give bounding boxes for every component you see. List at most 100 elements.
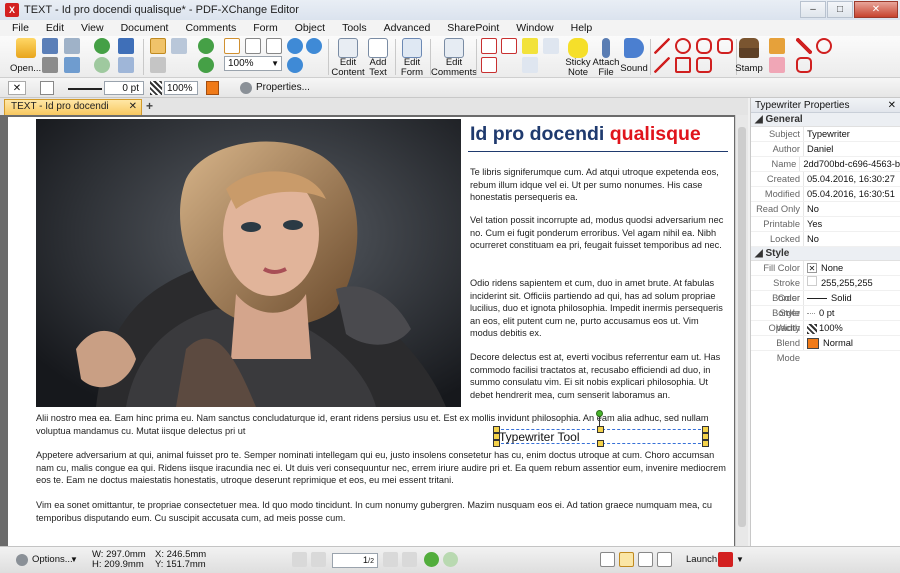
property-row[interactable]: Fill Color ✕ None xyxy=(751,261,900,276)
portrait-photo[interactable] xyxy=(36,119,461,407)
first-page-icon[interactable] xyxy=(292,552,307,567)
rotate-cw-icon[interactable] xyxy=(198,57,214,73)
select-text-icon[interactable] xyxy=(171,38,187,54)
undo-icon[interactable] xyxy=(118,38,134,54)
property-row[interactable]: Border Style Solid xyxy=(751,291,900,318)
zoom-level-select[interactable]: 100% ▼ xyxy=(224,56,282,71)
resize-handle[interactable] xyxy=(493,433,500,440)
menu-file[interactable]: File xyxy=(12,22,29,34)
property-row[interactable]: Created 05.04.2016, 16:30:27 xyxy=(751,172,900,187)
fill-color-button[interactable] xyxy=(40,81,54,95)
line-tool-icon[interactable] xyxy=(654,38,670,54)
email-icon[interactable] xyxy=(64,57,80,73)
resize-handle[interactable] xyxy=(493,426,500,433)
menu-view[interactable]: View xyxy=(81,22,104,34)
measure-area-icon[interactable] xyxy=(816,38,832,54)
pencil-icon[interactable] xyxy=(769,38,785,54)
resize-handle[interactable] xyxy=(597,440,604,447)
snapshot-icon[interactable] xyxy=(150,57,166,73)
attach-file-button[interactable]: Attach File xyxy=(592,38,620,78)
close-window-button[interactable]: ✕ xyxy=(854,1,898,18)
continuous-facing-icon[interactable] xyxy=(657,552,672,567)
options-button[interactable]: Options... xyxy=(32,555,73,565)
text-box-icon[interactable] xyxy=(481,38,497,54)
typewriter-icon[interactable] xyxy=(481,57,497,73)
property-row[interactable]: Locked No xyxy=(751,232,900,247)
fit-width-icon[interactable] xyxy=(266,38,282,54)
clear-style-button[interactable]: ✕ xyxy=(8,81,26,95)
arrow-tool-icon[interactable] xyxy=(654,57,670,73)
new-tab-button[interactable]: + xyxy=(146,99,156,113)
menu-sharepoint[interactable]: SharePoint xyxy=(447,22,499,34)
pentagon-tool-icon[interactable] xyxy=(696,57,712,73)
section-style[interactable]: ◢ Style xyxy=(751,247,900,261)
chevron-down-icon[interactable]: ▼ xyxy=(736,555,744,565)
pdf-page[interactable]: Id pro docendi qualisque Te libris signi… xyxy=(8,117,734,546)
property-row[interactable]: Stroke Color 255,255,255 xyxy=(751,276,900,303)
previous-page-icon[interactable] xyxy=(311,552,326,567)
edit-content-button[interactable]: Edit Content xyxy=(331,38,365,78)
measure-distance-icon[interactable] xyxy=(796,38,812,54)
menu-tools[interactable]: Tools xyxy=(342,22,367,34)
last-page-icon[interactable] xyxy=(402,552,417,567)
zoom-out-icon[interactable] xyxy=(306,38,322,54)
stroke-color-button[interactable] xyxy=(206,81,219,95)
next-view-icon[interactable] xyxy=(443,552,458,567)
vertical-scrollbar[interactable] xyxy=(735,115,748,546)
menu-object[interactable]: Object xyxy=(295,22,325,34)
typewriter-text[interactable]: Typewriter Tool xyxy=(499,430,579,444)
edit-comments-button[interactable]: Edit Comments xyxy=(431,38,477,78)
redo-icon[interactable] xyxy=(118,57,134,73)
section-general[interactable]: ◢ General xyxy=(751,113,900,127)
close-panel-icon[interactable]: ✕ xyxy=(888,98,896,113)
single-page-icon[interactable] xyxy=(600,552,615,567)
menu-edit[interactable]: Edit xyxy=(46,22,64,34)
go-forward-icon[interactable] xyxy=(94,57,110,73)
fit-page-icon[interactable] xyxy=(245,38,261,54)
maximize-button[interactable]: □ xyxy=(827,1,853,18)
rotation-handle[interactable] xyxy=(596,410,603,417)
measure-perimeter-icon[interactable] xyxy=(796,57,812,73)
strikeout-text-icon[interactable] xyxy=(522,57,538,73)
property-row[interactable]: Modified 05.04.2016, 16:30:51 xyxy=(751,187,900,202)
pdf-launch-icon[interactable] xyxy=(718,552,733,567)
property-row[interactable]: Border Width 0 pt xyxy=(751,306,900,333)
add-text-button[interactable]: Add Text xyxy=(366,38,390,78)
open-button[interactable]: Open... xyxy=(10,38,41,74)
hand-tool-icon[interactable] xyxy=(150,38,166,54)
underline-text-icon[interactable] xyxy=(543,38,559,54)
resize-handle[interactable] xyxy=(702,440,709,447)
zoom-plus-icon[interactable] xyxy=(287,57,303,73)
continuous-page-icon[interactable] xyxy=(619,552,634,567)
properties-button[interactable]: Properties... xyxy=(256,81,310,95)
resize-handle[interactable] xyxy=(597,426,604,433)
print-icon[interactable] xyxy=(42,57,58,73)
actual-size-icon[interactable] xyxy=(224,38,240,54)
property-row[interactable]: Opacity 100% xyxy=(751,321,900,336)
scrollbar-thumb[interactable] xyxy=(738,127,746,527)
rectangle-tool-icon[interactable] xyxy=(675,57,691,73)
oval-tool-icon[interactable] xyxy=(675,38,691,54)
resize-handle[interactable] xyxy=(702,433,709,440)
next-page-icon[interactable] xyxy=(383,552,398,567)
resize-handle[interactable] xyxy=(702,426,709,433)
line-style-dropdown[interactable] xyxy=(68,81,102,90)
sound-button[interactable]: Sound xyxy=(620,38,648,74)
go-back-icon[interactable] xyxy=(94,38,110,54)
gear-icon[interactable] xyxy=(240,82,252,94)
save-icon[interactable] xyxy=(42,38,58,54)
highlight-text-icon[interactable] xyxy=(522,38,538,54)
menu-form[interactable]: Form xyxy=(253,22,278,34)
scan-icon[interactable] xyxy=(64,38,80,54)
menu-document[interactable]: Document xyxy=(121,22,169,34)
opacity-field[interactable]: 100% xyxy=(164,81,198,95)
rotate-ccw-icon[interactable] xyxy=(198,38,214,54)
property-row[interactable]: Author Daniel xyxy=(751,142,900,157)
page-number-field[interactable]: 1/2 xyxy=(332,553,378,568)
menu-window[interactable]: Window xyxy=(516,22,553,34)
property-row[interactable]: Subject Typewriter xyxy=(751,127,900,142)
gear-icon[interactable] xyxy=(16,554,28,566)
minimize-button[interactable]: – xyxy=(800,1,826,18)
property-row[interactable]: Name 2dd700bd-c696-4563-b... xyxy=(751,157,900,172)
stamp-button[interactable]: Stamp xyxy=(735,38,763,74)
